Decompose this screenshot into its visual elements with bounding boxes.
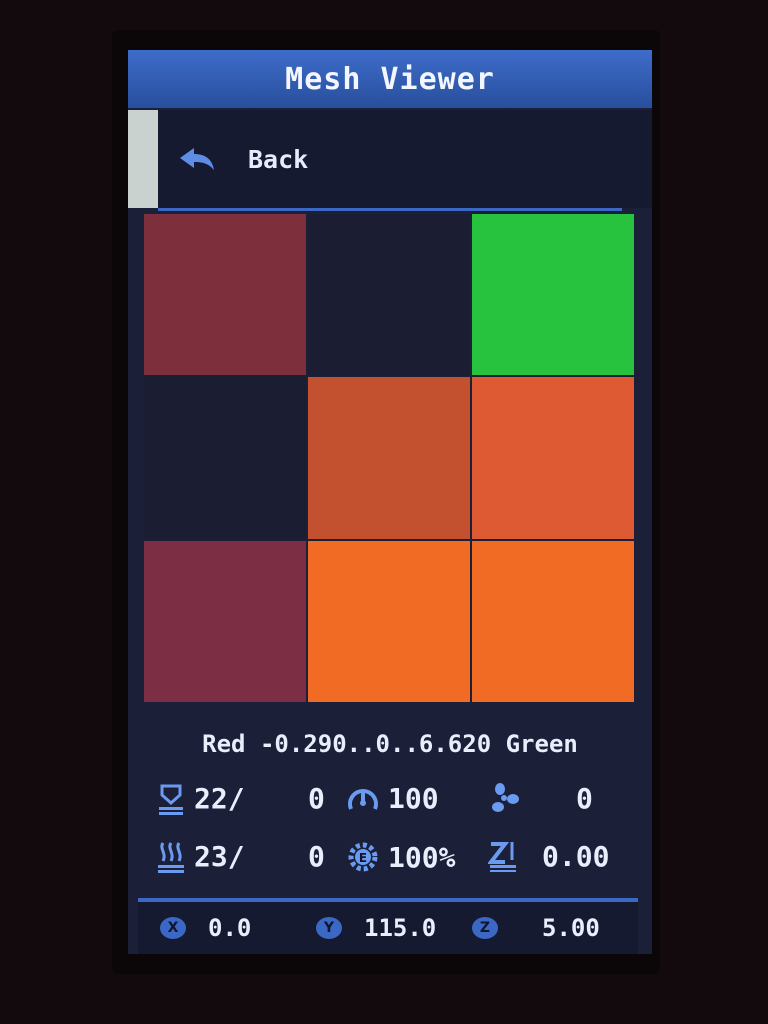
mesh-cell-r2c2 — [308, 377, 470, 539]
flow-value: 100% — [388, 840, 456, 874]
bed-target-value: 0 — [308, 782, 325, 815]
mesh-cell-r1c3 — [472, 214, 634, 376]
mesh-cell-r3c3 — [472, 540, 634, 702]
fan-value-stat: 0 — [576, 782, 593, 815]
page-title: Mesh Viewer — [285, 61, 495, 97]
mesh-cell-r2c1 — [144, 377, 306, 539]
bed-target-stat: 0 — [308, 782, 325, 815]
mesh-cell-r3c1 — [144, 540, 306, 702]
selection-handle — [128, 110, 158, 208]
extruder-flow-icon: E — [348, 842, 378, 872]
speed-stat: 100 — [346, 782, 439, 815]
svg-text:E: E — [359, 851, 367, 865]
z-position: Z 5.00 — [472, 914, 600, 942]
bed-temp-stat: 22/ — [156, 782, 245, 815]
hotend-target-stat: 0 — [308, 840, 325, 873]
lcd-screen: Mesh Viewer Back Red -0.290..0..6.620 Gr… — [128, 50, 652, 954]
z-offset-value: 0.00 — [542, 840, 610, 873]
mesh-cell-r3c2 — [308, 540, 470, 702]
hotend-temp-value: 23/ — [194, 840, 245, 873]
flow-stat: E 100% — [346, 840, 455, 874]
z-offset-stat — [488, 840, 526, 872]
mesh-grid — [144, 214, 634, 702]
position-bar: X 0.0 Y 115.0 Z 5.00 — [138, 898, 638, 954]
z-position-value: 5.00 — [542, 914, 600, 942]
speed-gauge-icon — [348, 788, 378, 810]
z-offset-icon — [488, 842, 516, 872]
z-offset-value-stat: 0.00 — [542, 840, 609, 873]
header-divider — [158, 208, 622, 211]
mesh-cell-r1c2 — [308, 214, 470, 376]
x-position-value: 0.0 — [208, 914, 252, 942]
hotend-target-value: 0 — [308, 840, 325, 873]
title-bar: Mesh Viewer — [128, 50, 652, 108]
y-axis-icon: Y — [316, 917, 342, 939]
fan-icon — [492, 783, 519, 812]
y-position: Y 115.0 — [316, 914, 436, 942]
back-button[interactable]: Back — [128, 110, 652, 208]
mesh-legend: Red -0.290..0..6.620 Green — [202, 730, 578, 758]
x-axis-icon: X — [160, 917, 186, 939]
z-axis-icon: Z — [472, 917, 498, 939]
mesh-cell-r2c3 — [472, 377, 634, 539]
mesh-cell-r1c1 — [144, 214, 306, 376]
hotend-heat-icon — [158, 841, 184, 873]
x-position: X 0.0 — [160, 914, 251, 942]
speed-value: 100 — [388, 782, 439, 815]
fan-stat — [488, 782, 528, 814]
fan-value: 0 — [576, 782, 593, 815]
y-position-value: 115.0 — [364, 914, 437, 942]
back-arrow-icon — [180, 148, 214, 170]
bed-heater-icon — [159, 784, 183, 815]
hotend-temp-stat: 23/ — [156, 840, 245, 873]
back-label: Back — [248, 144, 309, 174]
bed-temp-value: 22/ — [194, 782, 245, 815]
